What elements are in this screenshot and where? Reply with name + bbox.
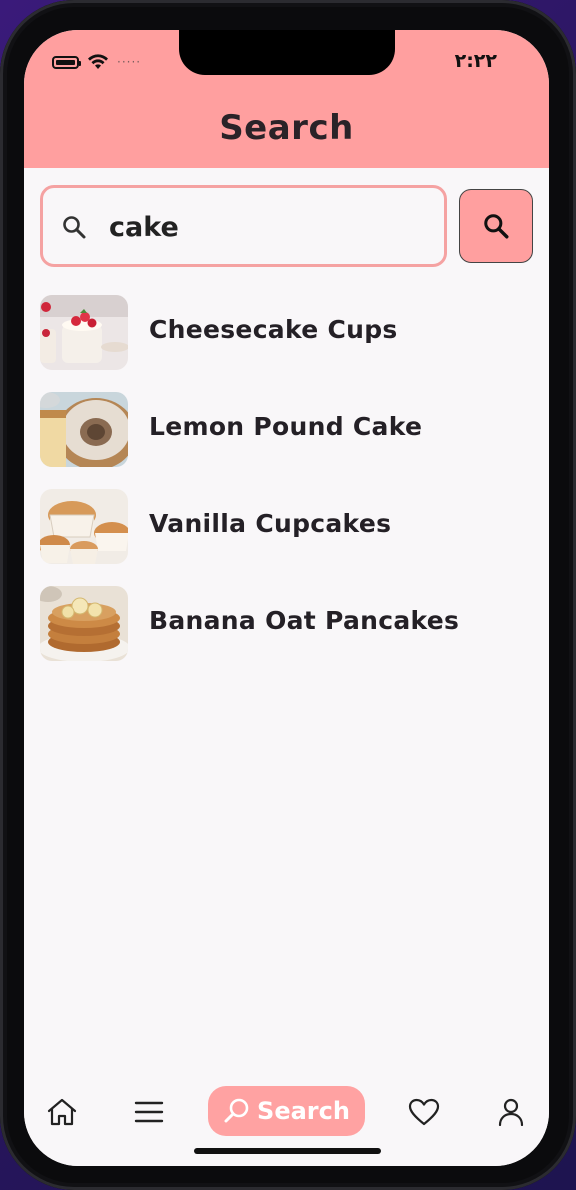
cheesecake-cups-photo <box>40 295 128 370</box>
list-item[interactable]: Cheesecake Cups <box>40 295 535 392</box>
nav-home[interactable] <box>38 1092 86 1132</box>
list-item[interactable]: Banana Oat Pancakes <box>40 586 535 683</box>
app-header: ····· ٢:٢٢ Search <box>24 30 549 168</box>
banana-oat-pancakes-photo <box>40 586 128 661</box>
search-icon <box>484 214 509 239</box>
search-button[interactable] <box>459 189 533 263</box>
device-notch <box>179 30 395 75</box>
menu-icon <box>134 1101 164 1123</box>
user-icon <box>498 1098 524 1126</box>
phone-frame: ····· ٢:٢٢ Search cake Cheesecake Cups L… <box>0 0 576 1190</box>
nav-menu[interactable] <box>125 1092 173 1132</box>
nav-favorites[interactable] <box>400 1092 448 1132</box>
home-icon <box>47 1098 77 1126</box>
vanilla-cupcakes-photo <box>40 489 128 564</box>
wifi-icon <box>88 54 108 69</box>
search-icon <box>63 216 86 239</box>
list-item[interactable]: Lemon Pound Cake <box>40 392 535 489</box>
search-field[interactable] <box>40 185 447 267</box>
lemon-pound-cake-photo <box>40 392 128 467</box>
search-input[interactable] <box>109 205 429 249</box>
nav-search[interactable]: Search <box>208 1086 365 1136</box>
home-indicator[interactable] <box>194 1148 381 1154</box>
result-title: Vanilla Cupcakes <box>149 509 392 538</box>
status-bar-left: ····· <box>52 52 141 72</box>
nav-search-label: Search <box>257 1097 350 1125</box>
status-time: ٢:٢٢ <box>454 50 497 72</box>
page-title: Search <box>219 108 354 148</box>
nav-profile[interactable] <box>487 1092 535 1132</box>
search-results-list: Cheesecake Cups Lemon Pound Cake Vanilla… <box>40 295 535 683</box>
result-title: Cheesecake Cups <box>149 315 398 344</box>
app-screen: ····· ٢:٢٢ Search cake Cheesecake Cups L… <box>24 30 549 1166</box>
list-item[interactable]: Vanilla Cupcakes <box>40 489 535 586</box>
search-icon <box>224 1098 249 1123</box>
heart-icon <box>408 1098 440 1126</box>
battery-icon <box>52 55 81 69</box>
signal-dots: ····· <box>117 55 142 69</box>
result-title: Lemon Pound Cake <box>149 412 423 441</box>
result-title: Banana Oat Pancakes <box>149 606 460 635</box>
